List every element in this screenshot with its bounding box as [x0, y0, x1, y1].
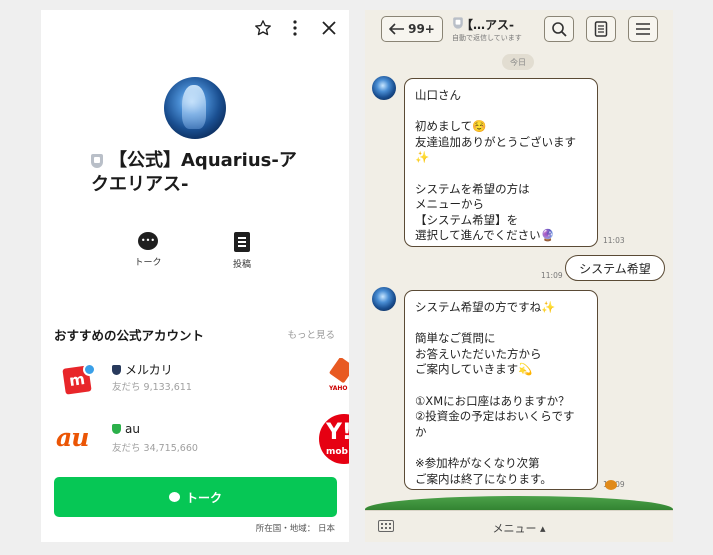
au-logo: au	[56, 423, 89, 452]
date-chip: 今日	[502, 54, 534, 70]
profile-avatar	[164, 77, 226, 139]
menu-button[interactable]	[628, 16, 658, 42]
message-bubble-incoming: システム希望の方ですね✨ 簡単なご質問に お答えいただいた方から ご案内していき…	[404, 290, 598, 490]
more-vertical-icon[interactable]	[284, 17, 306, 39]
chat-header: 99+ 【…アス- 自動で返信しています	[365, 10, 673, 48]
verified-shield-icon	[112, 424, 121, 434]
talk-button[interactable]: トーク	[54, 477, 337, 517]
chat-bubble-icon: •••	[138, 232, 158, 250]
message-time: 11:09	[541, 271, 563, 280]
document-icon	[234, 232, 250, 252]
country-label: 所在国・地域： 日本	[255, 524, 335, 534]
chat-bubble-icon	[168, 492, 180, 502]
action-talk[interactable]: ••• トーク	[118, 232, 178, 268]
pumpkin-icon	[605, 480, 617, 490]
profile-name-text: 【公式】Aquarius-アクエリアス-	[91, 150, 297, 195]
search-button[interactable]	[544, 16, 574, 42]
sender-avatar	[372, 76, 396, 100]
chat-panel: 99+ 【…アス- 自動で返信しています 今日 山口さん 初めまして☺️ 友達追…	[365, 10, 673, 542]
action-posts-label: 投稿	[232, 260, 251, 270]
action-posts[interactable]: 投稿	[212, 232, 272, 270]
chat-footer: メニュー ▴	[365, 510, 673, 542]
account-friends-count: 友だち 34,715,660	[112, 443, 198, 454]
hamburger-icon	[636, 23, 650, 35]
chat-title: 【…アス-	[461, 18, 514, 32]
verified-shield-icon	[112, 365, 121, 375]
see-more-link[interactable]: もっと見る	[287, 327, 335, 341]
yahoo-logo-peek[interactable]: YAHO	[327, 358, 349, 398]
message-time: 11:03	[603, 236, 625, 245]
official-account-profile-panel: 【公式】Aquarius-アクエリアス- ••• トーク 投稿 おすすめの公式ア…	[41, 10, 349, 542]
chat-subtitle: 自動で返信しています	[452, 34, 522, 42]
profile-name: 【公式】Aquarius-アクエリアス-	[91, 149, 311, 197]
message-bubble-incoming: 山口さん 初めまして☺️ 友達追加ありがとうございます ✨ システムを希望の方は…	[404, 78, 598, 247]
ymobile-logo-peek[interactable]: Y! mob	[319, 414, 349, 468]
back-button[interactable]: 99+	[381, 16, 443, 42]
account-name: au	[112, 422, 140, 436]
recommended-account-mercari[interactable]: m メルカリ 友だち 9,133,611	[54, 358, 349, 400]
verified-shield-icon	[91, 154, 103, 168]
back-arrow-icon	[389, 23, 405, 35]
star-icon[interactable]	[252, 17, 274, 39]
action-talk-label: トーク	[134, 258, 162, 268]
account-name: メルカリ	[112, 361, 173, 378]
rich-menu-toggle[interactable]: メニュー ▴	[365, 520, 673, 536]
mercari-logo: m	[62, 363, 96, 395]
talk-button-label: トーク	[185, 490, 222, 505]
recommended-title: おすすめの公式アカウント	[54, 328, 205, 343]
unread-count: 99+	[408, 22, 435, 36]
close-icon[interactable]	[318, 17, 340, 39]
notes-icon	[594, 21, 608, 37]
search-icon	[552, 22, 567, 37]
account-friends-count: 友だち 9,133,611	[112, 382, 192, 393]
notes-button[interactable]	[586, 16, 616, 42]
sender-avatar	[372, 287, 396, 311]
message-bubble-outgoing: システム希望	[565, 255, 665, 281]
recommended-account-au[interactable]: au au 友だち 34,715,660	[54, 419, 349, 461]
